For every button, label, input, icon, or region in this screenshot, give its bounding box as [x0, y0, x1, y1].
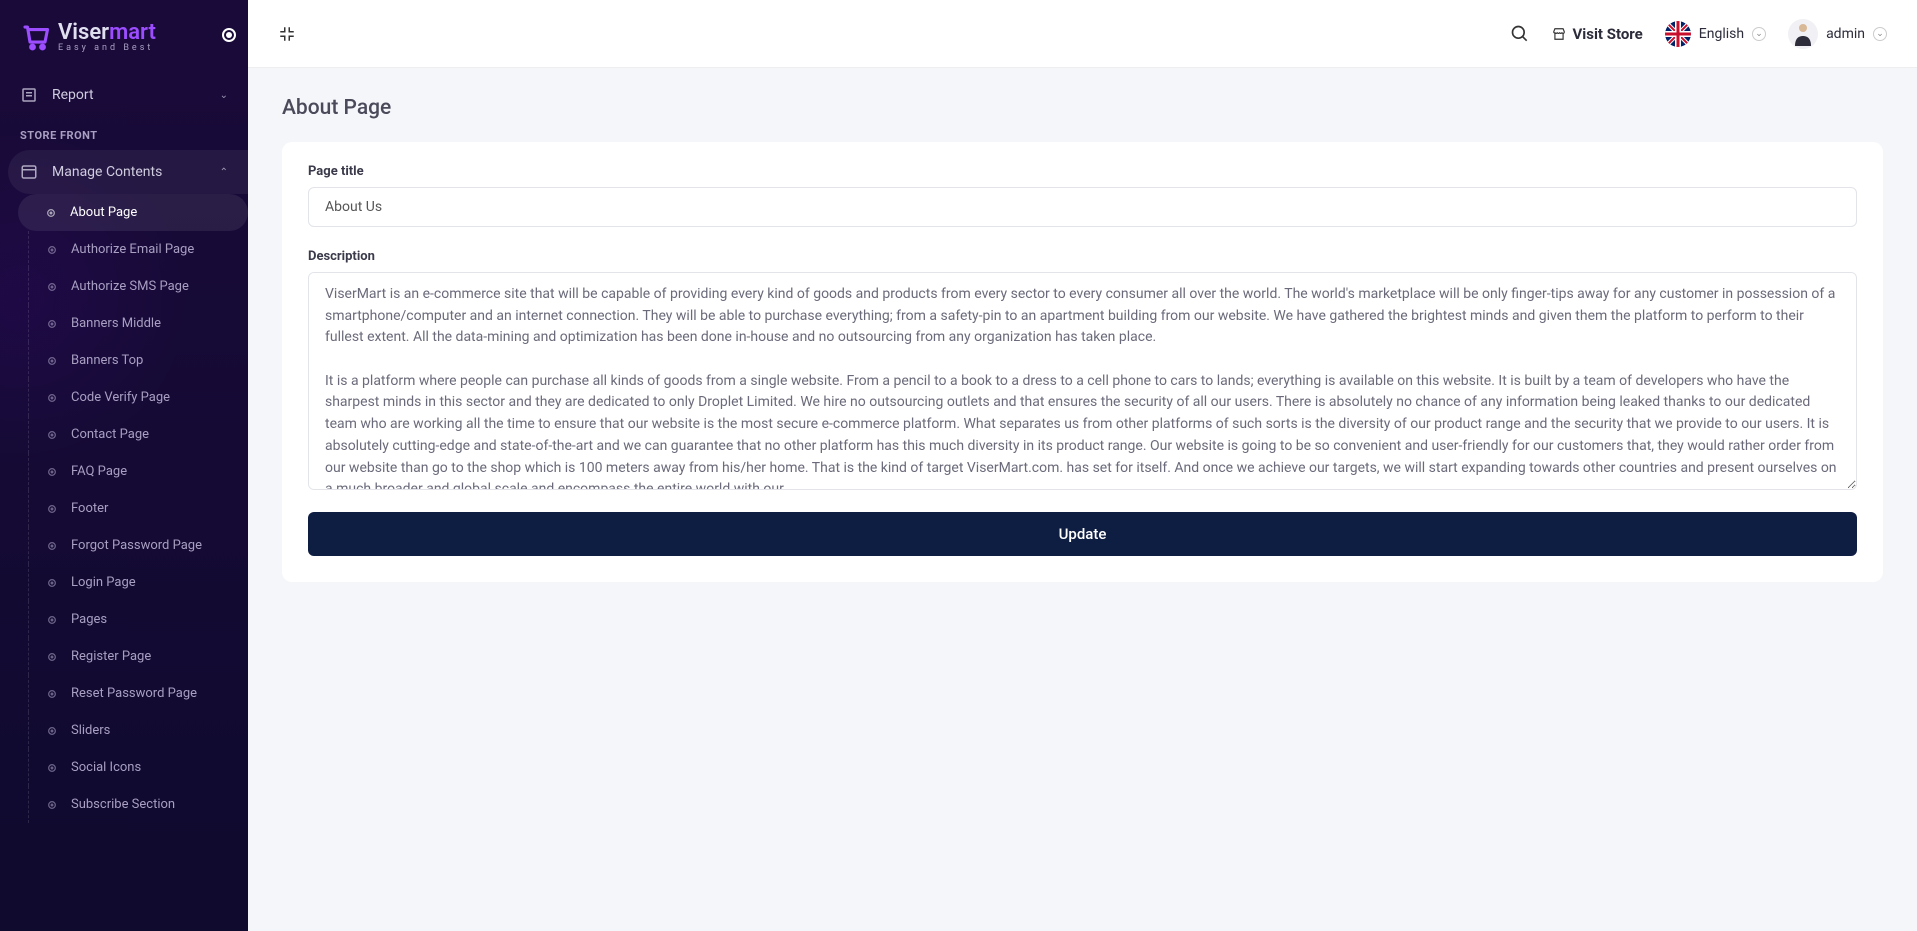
sidebar-subitem-label: Forgot Password Page	[71, 538, 202, 553]
sidebar-subitem-label: Subscribe Section	[71, 797, 175, 812]
target-icon	[47, 689, 57, 699]
topbar: Visit Store English ⌄	[248, 0, 1917, 68]
sidebar-subitem-label: Banners Middle	[71, 316, 161, 331]
target-icon	[47, 430, 57, 440]
sidebar-subitem-label: Banners Top	[71, 353, 143, 368]
sidebar-subitem[interactable]: Login Page	[28, 564, 248, 601]
sidebar-item-manage-contents[interactable]: Manage Contents ⌃	[8, 150, 248, 194]
sidebar-subitem[interactable]: Contact Page	[28, 416, 248, 453]
chevron-up-icon: ⌃	[220, 167, 228, 178]
sidebar-subitem-label: About Page	[70, 205, 137, 220]
target-icon	[47, 578, 57, 588]
sidebar-item-label: Manage Contents	[52, 164, 162, 180]
brand-name: Visermart	[58, 20, 156, 45]
logo[interactable]: Visermart Easy and Best	[0, 10, 248, 73]
sidebar-subitem[interactable]: Forgot Password Page	[28, 527, 248, 564]
user-menu[interactable]: admin ⌄	[1788, 19, 1887, 49]
target-icon	[47, 763, 57, 773]
visit-store-label: Visit Store	[1572, 25, 1642, 43]
target-icon	[47, 800, 57, 810]
sidebar-subitem[interactable]: Authorize Email Page	[28, 231, 248, 268]
target-icon	[47, 245, 57, 255]
description-label: Description	[308, 249, 1857, 264]
sidebar-subitem-label: Social Icons	[71, 760, 141, 775]
sidebar-item-report[interactable]: Report ⌄	[0, 73, 248, 117]
target-icon	[47, 356, 57, 366]
target-icon	[47, 726, 57, 736]
avatar	[1788, 19, 1818, 49]
target-icon	[47, 282, 57, 292]
target-icon	[47, 541, 57, 551]
description-textarea[interactable]	[308, 272, 1857, 490]
sidebar-subitem[interactable]: Banners Top	[28, 342, 248, 379]
sidebar-subitem[interactable]: Footer	[28, 490, 248, 527]
target-icon	[47, 467, 57, 477]
brand-tagline: Easy and Best	[58, 43, 156, 53]
sidebar-subitem[interactable]: Register Page	[28, 638, 248, 675]
sidebar-submenu: About Page Authorize Email Page Authorize …	[0, 194, 248, 823]
main: Visit Store English ⌄	[248, 0, 1917, 931]
sidebar: Visermart Easy and Best Report ⌄ STORE F…	[0, 0, 248, 931]
sidebar-subitem[interactable]: Sliders	[28, 712, 248, 749]
sidebar-item-label: Report	[52, 87, 94, 103]
chevron-down-icon: ⌄	[220, 90, 228, 101]
chevron-down-icon: ⌄	[1873, 27, 1887, 41]
search-icon[interactable]	[1510, 24, 1530, 44]
contents-icon	[20, 163, 38, 181]
collapse-icon[interactable]	[278, 25, 296, 43]
sidebar-subitem[interactable]: Pages	[28, 601, 248, 638]
target-icon	[47, 319, 57, 329]
target-icon	[47, 652, 57, 662]
target-icon	[47, 615, 57, 625]
sidebar-subitem[interactable]: Authorize SMS Page	[28, 268, 248, 305]
username-label: admin	[1826, 26, 1865, 42]
title-label: Page title	[308, 164, 1857, 179]
sidebar-subitem-label: Login Page	[71, 575, 136, 590]
sidebar-subitem[interactable]: FAQ Page	[28, 453, 248, 490]
update-button[interactable]: Update	[308, 512, 1857, 556]
content: About Page Page title Description Update	[248, 68, 1917, 610]
visit-store-link[interactable]: Visit Store	[1552, 25, 1642, 43]
report-icon	[20, 86, 38, 104]
sidebar-subitem[interactable]: Subscribe Section	[28, 786, 248, 823]
target-icon	[46, 208, 56, 218]
sidebar-subitem[interactable]: Social Icons	[28, 749, 248, 786]
sidebar-pin-toggle[interactable]	[222, 28, 236, 42]
language-label: English	[1699, 26, 1744, 42]
sidebar-subitem-label: Pages	[71, 612, 107, 627]
store-icon	[1552, 27, 1566, 41]
sidebar-subitem-label: Authorize Email Page	[71, 242, 194, 257]
sidebar-subitem[interactable]: About Page	[18, 194, 248, 231]
chevron-down-icon: ⌄	[1752, 27, 1766, 41]
sidebar-subitem[interactable]: Code Verify Page	[28, 379, 248, 416]
page-title-input[interactable]	[308, 187, 1857, 227]
sidebar-subitem-label: Code Verify Page	[71, 390, 170, 405]
page-title: About Page	[282, 96, 1883, 120]
sidebar-subitem-label: Sliders	[71, 723, 110, 738]
sidebar-subitem-label: Register Page	[71, 649, 151, 664]
language-selector[interactable]: English ⌄	[1665, 21, 1766, 47]
sidebar-section-heading: STORE FRONT	[0, 117, 248, 150]
cart-icon	[20, 22, 50, 52]
sidebar-subitem-label: Contact Page	[71, 427, 149, 442]
target-icon	[47, 393, 57, 403]
sidebar-subitem-label: Reset Password Page	[71, 686, 197, 701]
target-icon	[47, 504, 57, 514]
sidebar-subitem-label: Footer	[71, 501, 108, 516]
flag-icon	[1665, 21, 1691, 47]
sidebar-subitem-label: Authorize SMS Page	[71, 279, 189, 294]
form-card: Page title Description Update	[282, 142, 1883, 582]
sidebar-subitem[interactable]: Reset Password Page	[28, 675, 248, 712]
sidebar-subitem-label: FAQ Page	[71, 464, 127, 479]
sidebar-subitem[interactable]: Banners Middle	[28, 305, 248, 342]
